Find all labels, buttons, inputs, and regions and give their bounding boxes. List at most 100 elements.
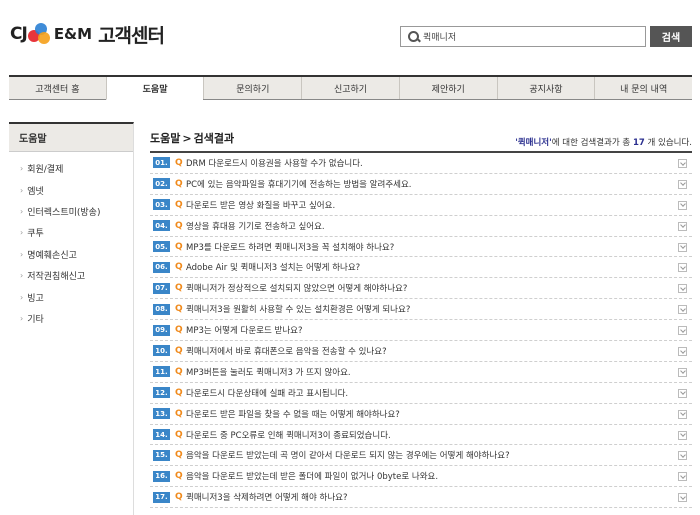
- faq-question[interactable]: PC에 있는 음악파일을 휴대기기에 전송하는 방법을 알려주세요.: [186, 178, 411, 190]
- faq-item[interactable]: 10. Q 퀵매니저에서 바로 휴대폰으로 음악을 전송할 수 있나요?: [150, 341, 692, 362]
- faq-item[interactable]: 11. Q MP3버튼을 눌러도 퀵매니저3 가 뜨지 않아요.: [150, 362, 692, 383]
- expand-icon[interactable]: [678, 388, 687, 398]
- faq-question[interactable]: 다운로드 받은 영상 화질을 바꾸고 싶어요.: [186, 199, 335, 211]
- sidebar-list: › 회원/결제 › 엠넷 › 인터렉스트미(방송) › 쿠투 › 명예훼손신고 › 저작권침…: [9, 152, 133, 329]
- expand-icon[interactable]: [678, 179, 687, 189]
- faq-question[interactable]: 다운로드시 다운상태에 실패 라고 표시됩니다.: [186, 387, 348, 399]
- faq-item[interactable]: 12. Q 다운로드시 다운상태에 실패 라고 표시됩니다.: [150, 383, 692, 404]
- faq-question[interactable]: 영상을 휴대용 기기로 전송하고 싶어요.: [186, 220, 325, 232]
- question-mark-icon: Q: [175, 450, 183, 461]
- sidebar-item-copyright-report[interactable]: › 저작권침해신고: [9, 265, 133, 286]
- expand-icon[interactable]: [678, 367, 687, 377]
- tab-suggest[interactable]: 제안하기: [398, 77, 497, 99]
- faq-question[interactable]: 다운로드 중 PC오류로 인해 퀵매니저3이 종료되었습니다.: [186, 429, 391, 441]
- tab-inquiry[interactable]: 문의하기: [203, 77, 301, 99]
- faq-question[interactable]: 퀵매니저3을 삭제하려면 어떻게 해야 하나요?: [186, 491, 348, 503]
- faq-item[interactable]: 15. Q 음악을 다운로드 받았는데 곡 명이 같아서 다운로드 되지 않는 경우…: [150, 445, 692, 467]
- faq-item[interactable]: 06. Q Adobe Air 및 퀵매니저3 설치는 어떻게 하나요?: [150, 257, 692, 279]
- expand-icon[interactable]: [678, 305, 687, 315]
- faq-question[interactable]: DRM 다운로드시 이용권을 사용할 수가 없습니다.: [186, 157, 363, 169]
- sidebar-item-etc[interactable]: › 기타: [9, 308, 133, 329]
- faq-item[interactable]: 01. Q DRM 다운로드시 이용권을 사용할 수가 없습니다.: [150, 153, 692, 174]
- sidebar-item-defamation-report[interactable]: › 명예훼손신고: [9, 244, 133, 265]
- sidebar-item-member-payment[interactable]: › 회원/결제: [9, 158, 133, 179]
- expand-icon[interactable]: [678, 263, 687, 273]
- faq-number-badge: 07.: [153, 282, 170, 294]
- faq-question[interactable]: MP3버튼을 눌러도 퀵매니저3 가 뜨지 않아요.: [186, 366, 351, 378]
- sidebar-item-label: 빙고: [27, 293, 44, 304]
- chevron-right-icon: ›: [20, 249, 24, 259]
- sidebar-item-kutu[interactable]: › 쿠투: [9, 222, 133, 243]
- faq-item[interactable]: 05. Q MP3를 다운로드 하려면 퀵매니저3을 꼭 설치해야 하나요?: [150, 237, 692, 258]
- sidebar-item-interactme[interactable]: › 인터렉스트미(방송): [9, 201, 133, 222]
- expand-icon[interactable]: [678, 472, 687, 482]
- faq-item[interactable]: 17. Q 퀵매니저3을 삭제하려면 어떻게 해야 하나요?: [150, 487, 692, 509]
- faq-number-badge: 08.: [153, 303, 170, 315]
- faq-list: 01. Q DRM 다운로드시 이용권을 사용할 수가 없습니다. 02. Q PC에 …: [150, 151, 692, 509]
- faq-item[interactable]: 14. Q 다운로드 중 PC오류로 인해 퀵매니저3이 종료되었습니다.: [150, 425, 692, 446]
- faq-question[interactable]: Adobe Air 및 퀵매니저3 설치는 어떻게 하나요?: [186, 261, 360, 273]
- faq-item[interactable]: 07. Q 퀵매니저가 정상적으로 설치되지 않았으면 어떻게 해야하나요?: [150, 278, 692, 300]
- question-mark-icon: Q: [175, 220, 183, 231]
- tab-help[interactable]: 도움말: [105, 77, 204, 100]
- question-mark-icon: Q: [175, 304, 183, 315]
- header: CJ E&M 고객센터 검색: [0, 0, 700, 70]
- chevron-right-icon: ›: [20, 228, 24, 238]
- faq-question[interactable]: 퀵매니저가 정상적으로 설치되지 않았으면 어떻게 해야하나요?: [186, 282, 407, 294]
- question-mark-icon: Q: [175, 492, 183, 503]
- cj-logo-icon: [27, 22, 52, 46]
- result-count: 17: [632, 138, 645, 148]
- sidebar-item-bingo[interactable]: › 빙고: [9, 286, 133, 307]
- question-mark-icon: Q: [175, 157, 183, 168]
- search-button[interactable]: 검색: [650, 26, 692, 47]
- expand-icon[interactable]: [678, 159, 687, 168]
- faq-question[interactable]: 음악을 다운로드 받았는데 받은 폴더에 파일이 없거나 0byte로 나와요.: [186, 470, 438, 482]
- question-mark-icon: Q: [175, 241, 183, 252]
- question-mark-icon: Q: [175, 387, 183, 398]
- sidebar-item-label: 엠넷: [27, 186, 44, 197]
- expand-icon[interactable]: [678, 347, 687, 357]
- faq-question[interactable]: 음악을 다운로드 받았는데 곡 명이 같아서 다운로드 되지 않는 경우에는 어…: [186, 449, 510, 461]
- faq-item[interactable]: 03. Q 다운로드 받은 영상 화질을 바꾸고 싶어요.: [150, 195, 692, 216]
- faq-number-badge: 17.: [153, 491, 170, 503]
- question-mark-icon: Q: [175, 366, 183, 377]
- question-mark-icon: Q: [175, 283, 183, 294]
- faq-question[interactable]: MP3를 다운로드 하려면 퀵매니저3을 꼭 설치해야 하나요?: [186, 241, 394, 253]
- expand-icon[interactable]: [678, 451, 687, 461]
- sidebar-item-label: 회원/결제: [27, 165, 64, 176]
- faq-item[interactable]: 09. Q MP3는 어떻게 다운로드 받나요?: [150, 320, 692, 342]
- question-mark-icon: Q: [175, 178, 183, 189]
- sidebar-item-label: 명예훼손신고: [27, 250, 77, 261]
- cj-em-logo[interactable]: CJ E&M 고객센터: [10, 16, 165, 52]
- faq-item[interactable]: 02. Q PC에 있는 음악파일을 휴대기기에 전송하는 방법을 알려주세요.: [150, 174, 692, 195]
- expand-icon[interactable]: [678, 409, 687, 419]
- sidebar-item-mnet[interactable]: › 엠넷: [9, 179, 133, 200]
- breadcrumb-search-results: 검색결과: [193, 132, 235, 145]
- tab-report[interactable]: 신고하기: [301, 77, 399, 99]
- faq-number-badge: 10.: [153, 345, 170, 357]
- page-title: 도움말 > 검색결과: [150, 130, 234, 146]
- result-end-text: 개 있습니다.: [647, 138, 692, 148]
- expand-icon[interactable]: [678, 493, 687, 503]
- faq-question[interactable]: 퀵매니저에서 바로 휴대폰으로 음악을 전송할 수 있나요?: [186, 345, 387, 357]
- tab-notice[interactable]: 공지사항: [496, 77, 595, 99]
- faq-question[interactable]: 다운로드 받은 파일을 찾을 수 없을 때는 어떻게 해야하나요?: [186, 408, 400, 420]
- expand-icon[interactable]: [678, 326, 687, 336]
- chevron-right-icon: ›: [20, 185, 24, 195]
- faq-item[interactable]: 04. Q 영상을 휴대용 기기로 전송하고 싶어요.: [150, 216, 692, 237]
- search-input[interactable]: [423, 28, 638, 45]
- expand-icon[interactable]: [678, 221, 687, 231]
- faq-question[interactable]: 퀵매니저3을 원활히 사용할 수 있는 설치환경은 어떻게 되나요?: [186, 303, 410, 315]
- faq-question[interactable]: MP3는 어떻게 다운로드 받나요?: [186, 324, 303, 336]
- faq-number-badge: 01.: [153, 157, 170, 169]
- expand-icon[interactable]: [678, 284, 687, 294]
- expand-icon[interactable]: [678, 242, 687, 252]
- faq-item[interactable]: 13. Q 다운로드 받은 파일을 찾을 수 없을 때는 어떻게 해야하나요?: [150, 404, 692, 425]
- expand-icon[interactable]: [678, 430, 687, 440]
- faq-item[interactable]: 08. Q 퀵매니저3을 원활히 사용할 수 있는 설치환경은 어떻게 되나요?: [150, 299, 692, 321]
- expand-icon[interactable]: [678, 200, 687, 210]
- search-icon: [401, 27, 423, 46]
- faq-item[interactable]: 16. Q 음악을 다운로드 받았는데 받은 폴더에 파일이 없거나 0byte로 …: [150, 466, 692, 488]
- tab-my-inquiries[interactable]: 내 문의 내역: [594, 77, 692, 99]
- tab-home[interactable]: 고객센터 홈: [9, 77, 106, 99]
